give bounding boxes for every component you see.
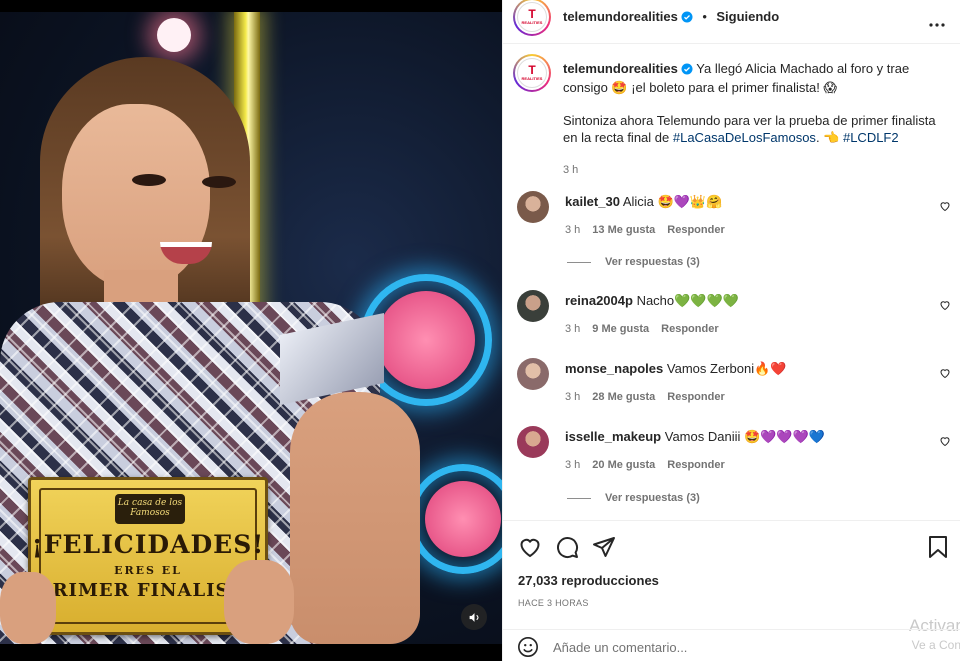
post-caption: telemundorealities Ya llegó Alicia Macha… [563,60,943,179]
comment-icon[interactable] [555,535,579,564]
commenter-avatar[interactable] [517,191,549,223]
post-details-panel: T REALITIES telemundorealities • Siguien… [502,0,960,661]
heart-icon[interactable] [518,535,542,564]
more-options-icon[interactable] [929,14,945,32]
author-username[interactable]: telemundorealities [563,9,678,24]
comment-text: Vamos Zerboni🔥❤️ [666,361,787,376]
following-button[interactable]: Siguiendo [716,9,779,24]
comment-likes[interactable]: 9 Me gusta [592,323,649,335]
share-icon[interactable] [592,535,616,564]
comment-input[interactable] [553,636,883,658]
comment-text: Vamos Daniii 🤩💜💜💜💙 [664,429,825,444]
commenter-username[interactable]: kailet_30 [565,194,620,209]
avatar-logo-text: T [528,6,536,21]
comment-time[interactable]: 3 h [565,391,580,403]
commenter-avatar[interactable] [517,290,549,322]
comment-text: Nacho💚💚💚💚 [636,293,739,308]
sound-toggle-button[interactable] [461,604,487,630]
view-replies-button[interactable]: Ver respuestas (3) [567,256,700,268]
commenter-username[interactable]: isselle_makeup [565,429,661,444]
caption-text-2b: . 👈 [815,130,843,145]
post-media[interactable]: La casa de los Famosos ¡FELICIDADES! ERE… [0,0,502,661]
commenter-username[interactable]: reina2004p [565,293,633,308]
comment-time[interactable]: 3 h [565,323,580,335]
post-header: T REALITIES telemundorealities • Siguien… [503,0,960,44]
video-frame[interactable]: La casa de los Famosos ¡FELICIDADES! ERE… [0,12,502,644]
windows-activation-watermark-sub: Ve a Con [911,638,960,652]
caption-author-avatar[interactable]: T REALITIES [513,54,551,92]
sign-line-1: ¡FELICIDADES! [31,530,265,559]
show-logo: La casa de los Famosos [115,494,185,524]
instagram-post-view: La casa de los Famosos ¡FELICIDADES! ERE… [0,0,960,661]
caption-username[interactable]: telemundorealities [563,61,678,76]
author-avatar[interactable]: T REALITIES [513,0,551,36]
emoji-icon[interactable] [517,636,539,661]
host-face [62,104,236,289]
caption-timestamp[interactable]: 3 h [563,164,578,176]
heart-icon[interactable] [939,434,951,452]
avatar-logo-subtext: REALITIES [521,19,543,25]
hashtag-link[interactable]: #LCDLF2 [843,130,899,145]
media-letterbox-top [0,0,502,12]
view-count[interactable]: 27,033 reproducciones [518,573,659,588]
comment-time[interactable]: 3 h [565,224,580,236]
commenter-username[interactable]: monse_napoles [565,361,663,376]
bookmark-icon[interactable] [927,535,949,564]
comment-likes[interactable]: 28 Me gusta [592,391,655,403]
heart-icon[interactable] [939,298,951,316]
speaker-icon [469,612,479,622]
heart-icon[interactable] [939,366,951,384]
view-replies-button[interactable]: Ver respuestas (3) [567,492,700,504]
post-actions-section: 27,033 reproducciones HACE 3 HORAS Activ… [503,520,960,661]
commenter-avatar[interactable] [517,358,549,390]
reply-button[interactable]: Responder [667,391,724,403]
post-date[interactable]: HACE 3 HORAS [518,598,589,608]
reply-button[interactable]: Responder [667,224,724,236]
reply-button[interactable]: Responder [661,323,718,335]
comment-text: Alicia 🤩💜👑🤗 [622,194,723,209]
verified-badge-icon [681,10,693,28]
host-figure: La casa de los Famosos ¡FELICIDADES! ERE… [0,12,502,644]
comment-time[interactable]: 3 h [565,459,580,471]
reply-button[interactable]: Responder [667,459,724,471]
hashtag-link[interactable]: #LaCasaDeLosFamosos [673,130,816,145]
media-letterbox-bottom [0,644,502,661]
comment-likes[interactable]: 13 Me gusta [592,224,655,236]
add-comment-bar: Ve a Con [503,629,960,661]
heart-icon[interactable] [939,199,951,217]
separator-dot: • [702,9,707,24]
commenter-avatar[interactable] [517,426,549,458]
verified-badge-icon [681,62,693,79]
comment-likes[interactable]: 20 Me gusta [592,459,655,471]
